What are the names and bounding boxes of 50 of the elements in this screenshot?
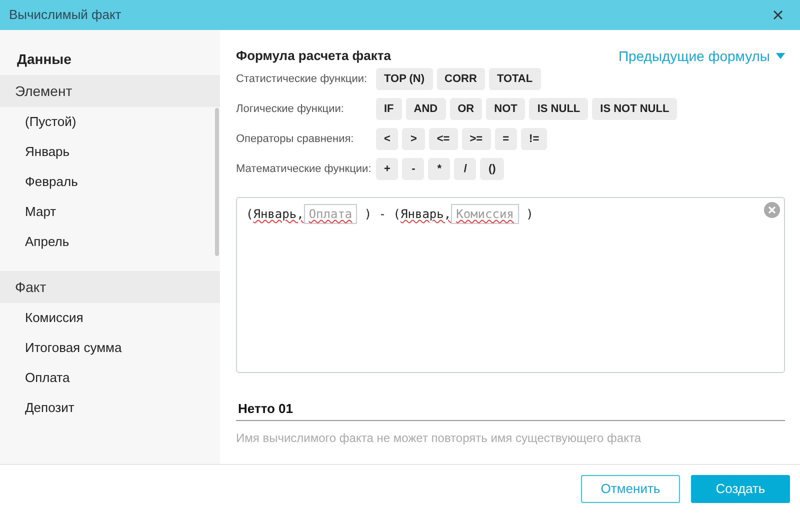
scrollbar[interactable] [215, 108, 219, 256]
list-item[interactable]: Итоговая сумма [25, 338, 122, 358]
formula-text: ( [246, 206, 254, 223]
function-button[interactable]: CORR [436, 68, 485, 90]
list-item[interactable]: Комиссия [25, 308, 84, 328]
function-button[interactable]: > [402, 128, 425, 150]
name-field[interactable]: Нетто 01 [236, 397, 785, 421]
section-header[interactable]: Элемент [0, 75, 220, 107]
list-item[interactable]: (Пустой) [25, 112, 76, 132]
list-item[interactable]: Март [25, 202, 56, 222]
caret-icon [776, 53, 785, 59]
list-item[interactable]: Оплата [25, 368, 70, 388]
function-button[interactable]: * [428, 158, 450, 180]
function-button[interactable]: != [521, 128, 548, 150]
section-title: Формула расчета факта [236, 47, 391, 66]
function-button[interactable]: < [376, 128, 398, 150]
list-item[interactable]: Депозит [25, 398, 74, 418]
hint-text: Имя вычислимого факта не может повторять имя существующего факта [236, 430, 642, 447]
function-button[interactable]: - [402, 158, 424, 180]
group-label: Операторы сравнения: [236, 132, 355, 147]
function-button[interactable]: IF [376, 98, 402, 120]
window-title: Вычислимый факт [9, 6, 122, 24]
function-button[interactable]: NOT [486, 98, 526, 120]
list-item[interactable]: Январь [25, 142, 70, 162]
group-label: Математические функции: [236, 162, 372, 177]
section-header[interactable]: Факт [0, 271, 220, 303]
function-button[interactable]: () [480, 158, 504, 180]
formula-editor[interactable]: (Январь, Оплата ) - (Январь, Комиссия ) [236, 197, 785, 373]
function-button[interactable]: AND [406, 98, 446, 120]
function-button[interactable]: <= [428, 128, 458, 150]
function-button[interactable]: TOP (N) [376, 68, 433, 90]
close-icon[interactable] [773, 10, 783, 20]
formula-text: ) - ( [363, 206, 401, 223]
list-item[interactable]: Апрель [25, 232, 70, 252]
function-button[interactable]: TOTAL [488, 68, 541, 90]
function-button[interactable]: >= [462, 128, 491, 150]
function-button[interactable]: OR [450, 98, 482, 120]
group-label: Логические функции: [236, 102, 345, 117]
list-item[interactable]: Февраль [25, 172, 78, 192]
function-button[interactable]: + [376, 158, 398, 180]
group-label: Статистические функции: [236, 72, 368, 87]
function-button[interactable]: / [454, 158, 476, 180]
clear-icon[interactable] [764, 202, 780, 218]
function-button[interactable]: IS NULL [529, 98, 588, 120]
function-button[interactable]: IS NOT NULL [592, 98, 678, 120]
formula-text: Январь, [400, 206, 452, 223]
sidebar-title: Данные [17, 50, 72, 69]
formula-text: Январь, [253, 206, 304, 223]
function-button[interactable]: = [494, 128, 518, 150]
formula-text: ) [525, 206, 534, 223]
